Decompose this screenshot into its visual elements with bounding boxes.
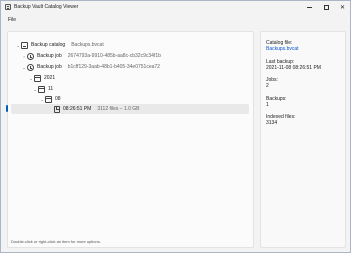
- window-title: Backup Vault Catalog Viewer: [14, 4, 79, 10]
- tree-item-month[interactable]: ⌄ 11: [32, 84, 59, 94]
- calendar-icon: [38, 85, 45, 93]
- tree-item-label: 08:26:51 PM: [63, 106, 92, 112]
- tree-item-label: 2021: [44, 75, 56, 81]
- app-icon: [5, 4, 11, 10]
- database-icon: [21, 41, 28, 49]
- tree-item-backup-job-1[interactable]: › Backup job 2674793a-9910-485b-aa8c-cb3…: [21, 51, 161, 61]
- maximize-icon: [324, 4, 329, 10]
- close-icon: ✕: [339, 4, 346, 11]
- tree-item-subtext: b1cff129-3aab-48b1-b405-34e0751cea72: [67, 64, 160, 70]
- title-bar[interactable]: Backup Vault Catalog Viewer ✕: [1, 1, 350, 13]
- maximize-button[interactable]: [319, 1, 334, 13]
- file-icon: [54, 105, 60, 113]
- tree-item-backup[interactable]: 08:26:51 PM 3112 files – 1.0 GB: [11, 104, 249, 114]
- indexed-files-value: 3134: [266, 120, 278, 126]
- history-icon: [27, 63, 34, 71]
- history-icon: [27, 52, 34, 60]
- hint-text: Double-click or right-click an item for …: [11, 239, 101, 244]
- tree-item-label: 11: [48, 86, 54, 92]
- minimize-icon: [307, 6, 312, 8]
- tree-item-subtext: 3112 files – 1.0 GB: [97, 106, 140, 112]
- minimize-button[interactable]: [302, 1, 317, 13]
- menu-bar: File: [1, 13, 350, 27]
- catalog-file-link[interactable]: Backups.bvcat: [266, 46, 299, 52]
- jobs-value: 2: [266, 83, 269, 89]
- last-backup-value: 2021-11-08 08:26:51 PM: [266, 65, 321, 71]
- menu-file[interactable]: File: [8, 17, 16, 23]
- tree-item-label: 08: [55, 96, 61, 102]
- tree-item-day[interactable]: ⌄ 08: [39, 94, 67, 104]
- tree-item-label: Backup job: [37, 53, 62, 59]
- tree-item-catalog[interactable]: ⌄ Backup catalog Backups.bvcat: [15, 40, 104, 50]
- backups-label: Backups:: [266, 96, 287, 102]
- app-window: Backup Vault Catalog Viewer ✕ File ⌄ Bac…: [0, 0, 351, 253]
- tree-item-year[interactable]: ⌄ 2021: [28, 73, 61, 83]
- tree-item-label: Backup job: [37, 64, 62, 70]
- selection-indicator: [6, 105, 8, 112]
- tree-item-backup-job-2[interactable]: ⌄ Backup job b1cff129-3aab-48b1-b405-34e…: [21, 62, 160, 72]
- tree-item-subtext: 2674793a-9910-485b-aa8c-cb32c9c34f1b: [67, 53, 161, 59]
- backups-value: 1: [266, 102, 269, 108]
- calendar-icon: [34, 74, 41, 82]
- tree-item-label: Backup catalog: [31, 42, 66, 48]
- calendar-icon: [45, 95, 52, 103]
- tree-item-subtext: Backups.bvcat: [71, 42, 104, 48]
- close-button[interactable]: ✕: [335, 1, 350, 13]
